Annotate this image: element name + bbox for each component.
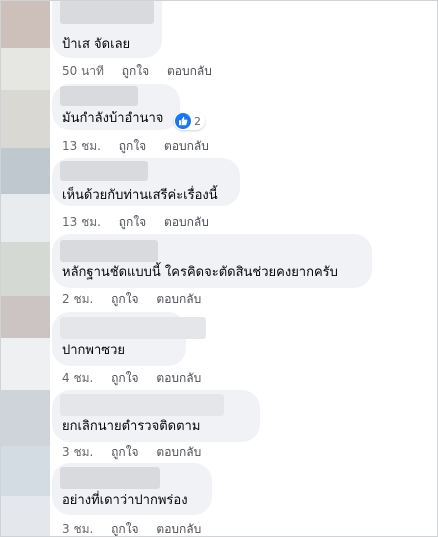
thumbs-up-icon	[175, 113, 191, 129]
comment-time[interactable]: 4 ชม.	[62, 371, 93, 385]
like-button[interactable]: ถูกใจ	[119, 215, 146, 229]
comment-text: มันกำลังบ้าอำนาจ	[62, 111, 164, 126]
comment-bubble: อย่างที่เดาว่าปากพร่อง	[52, 463, 212, 515]
commenter-name-redacted[interactable]	[60, 467, 160, 489]
comment-meta: 13 ชม. ถูกใจ ตอบกลับ	[62, 215, 223, 229]
like-button[interactable]: ถูกใจ	[111, 292, 138, 306]
comment-text: หลักฐานชัดแบบนี้ ใครคิดจะตัดสินช่วยคงยาก…	[62, 265, 338, 280]
like-button[interactable]: ถูกใจ	[111, 371, 138, 385]
comment-bubble: เห็นด้วยกับท่านเสรีค่ะเรื่องนี้	[52, 158, 240, 206]
avatar	[0, 496, 50, 537]
reply-button[interactable]: ตอบกลับ	[156, 292, 201, 306]
avatar[interactable]	[0, 296, 50, 338]
avatar[interactable]	[0, 0, 50, 48]
like-button[interactable]: ถูกใจ	[122, 64, 149, 78]
comment-time[interactable]: 3 ชม.	[62, 522, 93, 536]
avatar	[0, 338, 50, 390]
reply-button[interactable]: ตอบกลับ	[156, 445, 201, 459]
reply-button[interactable]: ตอบกลับ	[164, 215, 209, 229]
comment-time[interactable]: 50 นาที	[62, 64, 104, 78]
comment-text: เห็นด้วยกับท่านเสรีค่ะเรื่องนี้	[62, 188, 218, 203]
avatar	[0, 194, 50, 242]
avatar	[0, 48, 50, 90]
avatar[interactable]	[0, 390, 50, 446]
like-button[interactable]: ถูกใจ	[111, 445, 138, 459]
comment-text: ยกเลิกนายตำรวจติดตาม	[62, 419, 201, 434]
comment-time[interactable]: 2 ชม.	[62, 292, 93, 306]
commenter-name-redacted[interactable]	[60, 161, 148, 181]
reaction-count: 2	[194, 114, 201, 128]
like-button[interactable]: ถูกใจ	[119, 139, 146, 153]
comment-meta: 2 ชม. ถูกใจ ตอบกลับ	[62, 292, 215, 306]
comment-time[interactable]: 13 ชม.	[62, 215, 101, 229]
comment-bubble: ป้าเส จัดเลย	[52, 0, 162, 58]
comment-text: ปากพาซวย	[62, 343, 126, 358]
commenter-name-redacted[interactable]	[60, 240, 158, 262]
commenter-name-redacted[interactable]	[60, 86, 138, 106]
commenter-name-redacted[interactable]	[60, 394, 224, 416]
comment-bubble: ยกเลิกนายตำรวจติดตาม	[52, 390, 260, 442]
comment-text: ป้าเส จัดเลย	[62, 37, 131, 52]
comment-meta: 13 ชม. ถูกใจ ตอบกลับ	[62, 139, 223, 153]
avatar[interactable]	[0, 446, 50, 496]
comment-meta: 3 ชม. ถูกใจ ตอบกลับ	[62, 522, 215, 536]
comment-meta: 4 ชม. ถูกใจ ตอบกลับ	[62, 371, 215, 385]
comment-bubble: มันกำลังบ้าอำนาจ 2	[52, 84, 205, 130]
avatar[interactable]	[0, 90, 50, 148]
comment-text: อย่างที่เดาว่าปากพร่อง	[62, 493, 188, 508]
comment-bubble: ปากพาซวย	[52, 312, 206, 366]
like-button[interactable]: ถูกใจ	[111, 522, 138, 536]
reply-button[interactable]: ตอบกลับ	[156, 522, 201, 536]
avatar[interactable]	[0, 242, 50, 296]
reply-button[interactable]: ตอบกลับ	[164, 139, 209, 153]
comment-meta: 50 นาที ถูกใจ ตอบกลับ	[62, 64, 226, 78]
reply-button[interactable]: ตอบกลับ	[167, 64, 212, 78]
reaction-summary[interactable]: 2	[174, 112, 205, 130]
comment-meta: 3 ชม. ถูกใจ ตอบกลับ	[62, 445, 215, 459]
commenter-name-redacted[interactable]	[60, 317, 206, 339]
commenter-name-redacted[interactable]	[60, 0, 154, 24]
comment-bubble: หลักฐานชัดแบบนี้ ใครคิดจะตัดสินช่วยคงยาก…	[52, 234, 372, 288]
reply-button[interactable]: ตอบกลับ	[156, 371, 201, 385]
comment-time[interactable]: 3 ชม.	[62, 445, 93, 459]
comment-time[interactable]: 13 ชม.	[62, 139, 101, 153]
avatar[interactable]	[0, 148, 50, 194]
